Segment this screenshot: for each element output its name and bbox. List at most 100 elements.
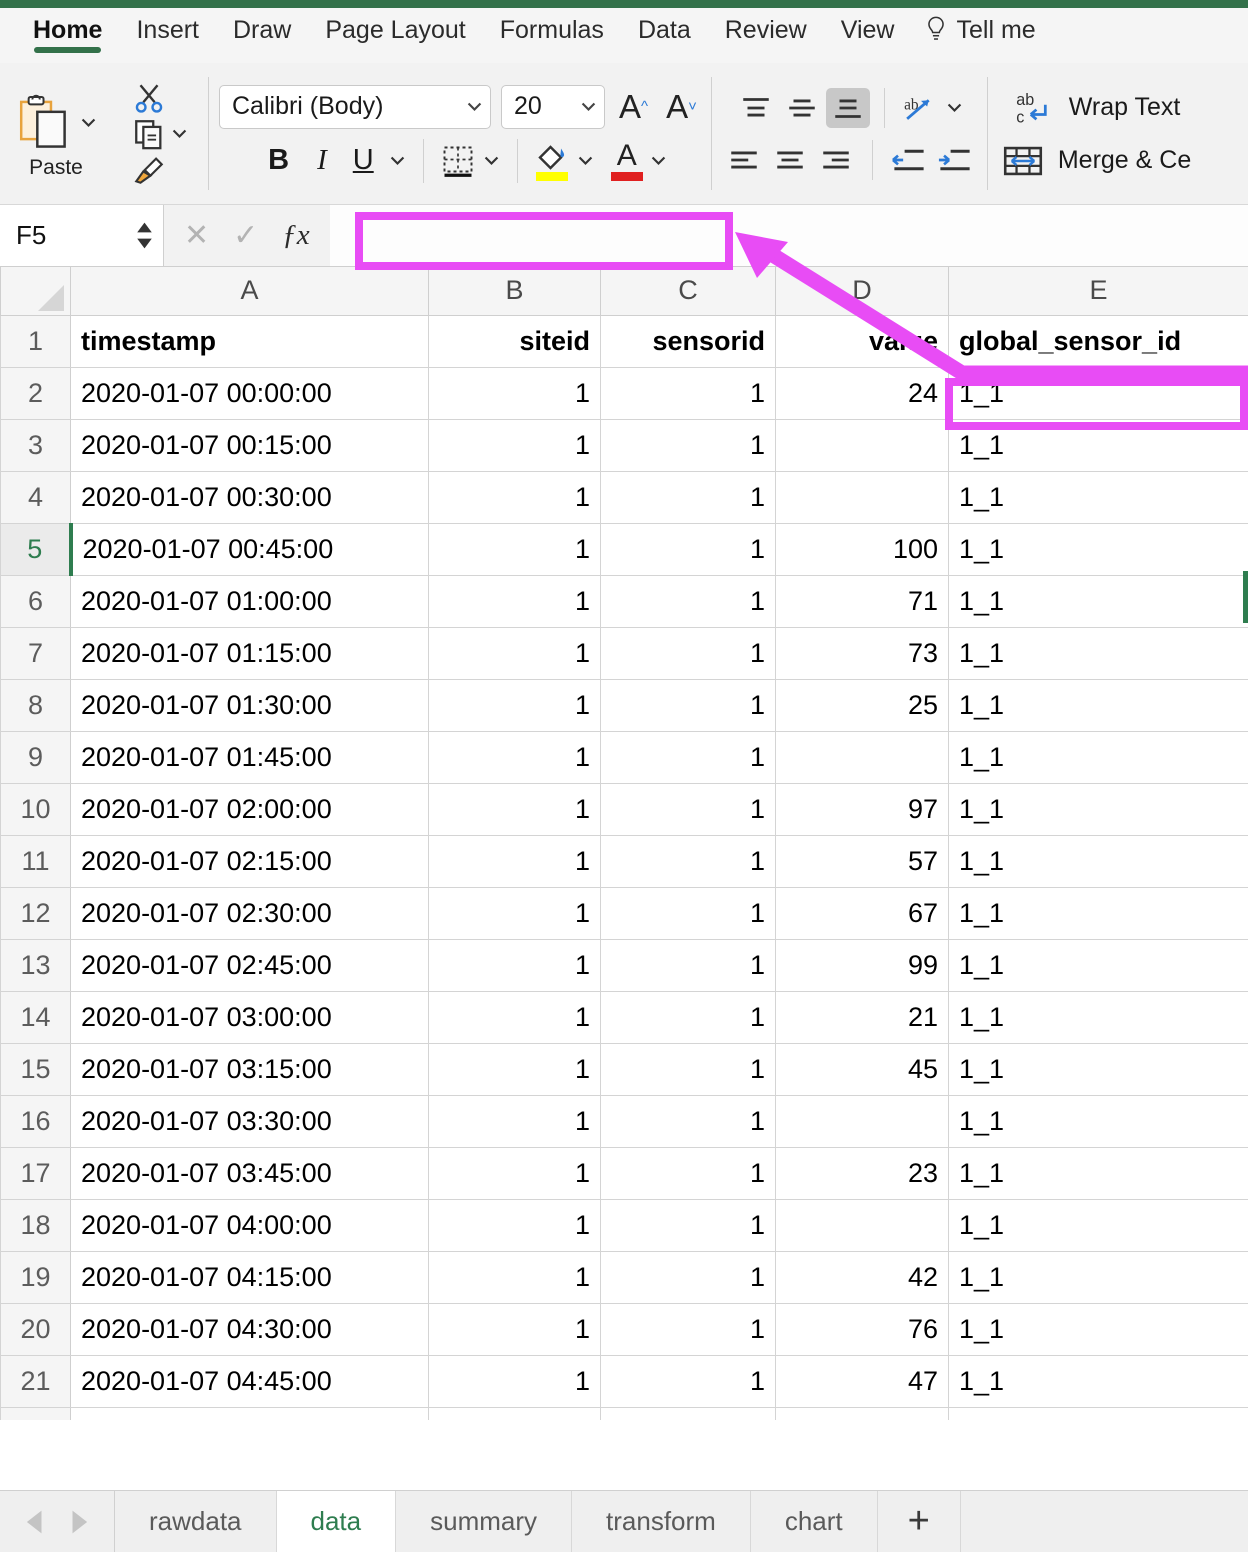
column-header-b[interactable]: B: [428, 267, 601, 316]
table-row[interactable]: 1 timestamp siteid sensorid value global_sens…: [0, 314, 1248, 368]
italic-button[interactable]: I: [305, 144, 339, 177]
underline-button[interactable]: U: [345, 144, 382, 177]
table-row[interactable]: 16 2020-01-07 03:30:00 1 1 1_1: [0, 1094, 1248, 1148]
cell-sensorid[interactable]: 1: [600, 678, 776, 732]
ribbon-tab-review[interactable]: Review: [708, 8, 824, 46]
cell-sensorid[interactable]: 1: [600, 1198, 776, 1252]
cell-siteid[interactable]: 1: [428, 1250, 601, 1304]
cell-global-sensor-id[interactable]: 1_1: [948, 626, 1248, 680]
cut-button[interactable]: [132, 81, 189, 115]
cell-value[interactable]: 76: [775, 1302, 949, 1356]
ribbon-tab-draw[interactable]: Draw: [216, 8, 308, 46]
cell-siteid[interactable]: 1: [428, 366, 601, 420]
cell-value[interactable]: 85: [775, 1406, 949, 1420]
align-middle-button[interactable]: [780, 88, 824, 128]
increase-font-size-button[interactable]: A ^: [615, 88, 652, 126]
cell-global-sensor-id[interactable]: 1_1: [948, 1354, 1248, 1408]
ribbon-tab-formulas[interactable]: Formulas: [483, 8, 621, 46]
cell-siteid[interactable]: 1: [428, 418, 601, 472]
cell-timestamp[interactable]: 2020-01-07 04:00:00: [70, 1198, 429, 1252]
cell-timestamp[interactable]: 2020-01-07 03:45:00: [70, 1146, 429, 1200]
cell-value[interactable]: 23: [775, 1146, 949, 1200]
cell-timestamp[interactable]: 2020-01-07 01:15:00: [70, 626, 429, 680]
cell-siteid[interactable]: 1: [428, 1146, 601, 1200]
cell-value[interactable]: [775, 470, 949, 524]
cell-sensorid[interactable]: 1: [600, 782, 776, 836]
table-row[interactable]: 21 2020-01-07 04:45:00 1 1 47 1_1: [0, 1354, 1248, 1408]
chevron-down-icon[interactable]: [576, 151, 595, 170]
wrap-text-button[interactable]: ab c Wrap Text: [1013, 88, 1180, 128]
fill-color-button[interactable]: [534, 141, 570, 181]
cell-value[interactable]: 24: [775, 366, 949, 420]
cell-timestamp[interactable]: 2020-01-07 03:15:00: [70, 1042, 429, 1096]
sheet-tab-rawdata[interactable]: rawdata: [115, 1491, 277, 1552]
cell-siteid[interactable]: 1: [428, 1354, 601, 1408]
cell-timestamp[interactable]: 2020-01-07 02:30:00: [70, 886, 429, 940]
cell-siteid[interactable]: 1: [428, 1406, 601, 1420]
table-row[interactable]: 17 2020-01-07 03:45:00 1 1 23 1_1: [0, 1146, 1248, 1200]
cell-timestamp[interactable]: 2020-01-07 02:45:00: [70, 938, 429, 992]
row-header[interactable]: 2: [0, 366, 71, 420]
cell-global-sensor-id[interactable]: 1_1: [948, 1406, 1248, 1420]
cell-value[interactable]: [775, 1094, 949, 1148]
cell-global-sensor-id[interactable]: 1_1: [948, 522, 1248, 576]
cell-siteid[interactable]: 1: [428, 522, 601, 576]
cell-sensorid[interactable]: 1: [600, 522, 776, 576]
cell-global-sensor-id[interactable]: 1_1: [948, 366, 1248, 420]
cell-value[interactable]: 21: [775, 990, 949, 1044]
row-header[interactable]: 17: [0, 1146, 71, 1200]
cell-siteid[interactable]: siteid: [428, 314, 601, 368]
cell-siteid[interactable]: 1: [428, 1042, 601, 1096]
cell-sensorid[interactable]: sensorid: [600, 314, 776, 368]
sheet-tab-chart[interactable]: chart: [751, 1491, 878, 1552]
cell-siteid[interactable]: 1: [428, 886, 601, 940]
row-header[interactable]: 14: [0, 990, 71, 1044]
cell-sensorid[interactable]: 1: [600, 366, 776, 420]
cell-siteid[interactable]: 1: [428, 574, 601, 628]
table-row[interactable]: 8 2020-01-07 01:30:00 1 1 25 1_1: [0, 678, 1248, 732]
cell-value[interactable]: 67: [775, 886, 949, 940]
cell-sensorid[interactable]: 1: [600, 834, 776, 888]
table-row[interactable]: 12 2020-01-07 02:30:00 1 1 67 1_1: [0, 886, 1248, 940]
chevron-down-icon[interactable]: [945, 98, 964, 117]
cell-value[interactable]: 25: [775, 678, 949, 732]
cell-global-sensor-id[interactable]: 1_1: [948, 470, 1248, 524]
ribbon-tab-data[interactable]: Data: [621, 8, 708, 46]
increase-indent-button[interactable]: [933, 140, 977, 180]
table-row[interactable]: 19 2020-01-07 04:15:00 1 1 42 1_1: [0, 1250, 1248, 1304]
spreadsheet-grid[interactable]: A B C D E 1 timestamp siteid sensorid value g…: [0, 267, 1248, 1420]
cell-sensorid[interactable]: 1: [600, 1354, 776, 1408]
sheet-tab-data[interactable]: data: [276, 1491, 397, 1552]
sheet-tab-summary[interactable]: summary: [396, 1491, 573, 1552]
cell-timestamp[interactable]: 2020-01-07 02:00:00: [70, 782, 429, 836]
table-row[interactable]: 6 2020-01-07 01:00:00 1 1 71 1_1: [0, 574, 1248, 628]
cell-global-sensor-id[interactable]: 1_1: [948, 730, 1248, 784]
cell-sensorid[interactable]: 1: [600, 626, 776, 680]
column-header-c[interactable]: C: [600, 267, 776, 316]
decrease-font-size-button[interactable]: A ˅: [662, 88, 701, 126]
cell-global-sensor-id[interactable]: 1_1: [948, 1198, 1248, 1252]
cell-siteid[interactable]: 1: [428, 678, 601, 732]
cell-timestamp[interactable]: 2020-01-07 01:30:00: [70, 678, 429, 732]
cell-timestamp[interactable]: 2020-01-07 01:45:00: [70, 730, 429, 784]
tell-me-button[interactable]: Tell me: [911, 8, 1045, 46]
fx-icon[interactable]: ƒx: [282, 219, 309, 252]
bold-button[interactable]: B: [258, 144, 299, 177]
cell-value[interactable]: [775, 418, 949, 472]
row-header[interactable]: 7: [0, 626, 71, 680]
row-header[interactable]: 11: [0, 834, 71, 888]
cell-siteid[interactable]: 1: [428, 1198, 601, 1252]
cell-siteid[interactable]: 1: [428, 990, 601, 1044]
cell-sensorid[interactable]: 1: [600, 730, 776, 784]
table-row[interactable]: 20 2020-01-07 04:30:00 1 1 76 1_1: [0, 1302, 1248, 1356]
cell-siteid[interactable]: 1: [428, 1302, 601, 1356]
cell-value[interactable]: value: [775, 314, 949, 368]
cell-sensorid[interactable]: 1: [600, 418, 776, 472]
cell-global-sensor-id[interactable]: 1_1: [948, 886, 1248, 940]
cell-value[interactable]: [775, 730, 949, 784]
cell-siteid[interactable]: 1: [428, 834, 601, 888]
cell-global-sensor-id[interactable]: global_sensor_id: [948, 314, 1248, 368]
row-header[interactable]: 13: [0, 938, 71, 992]
table-row[interactable]: 3 2020-01-07 00:15:00 1 1 1_1: [0, 418, 1248, 472]
table-row[interactable]: 13 2020-01-07 02:45:00 1 1 99 1_1: [0, 938, 1248, 992]
